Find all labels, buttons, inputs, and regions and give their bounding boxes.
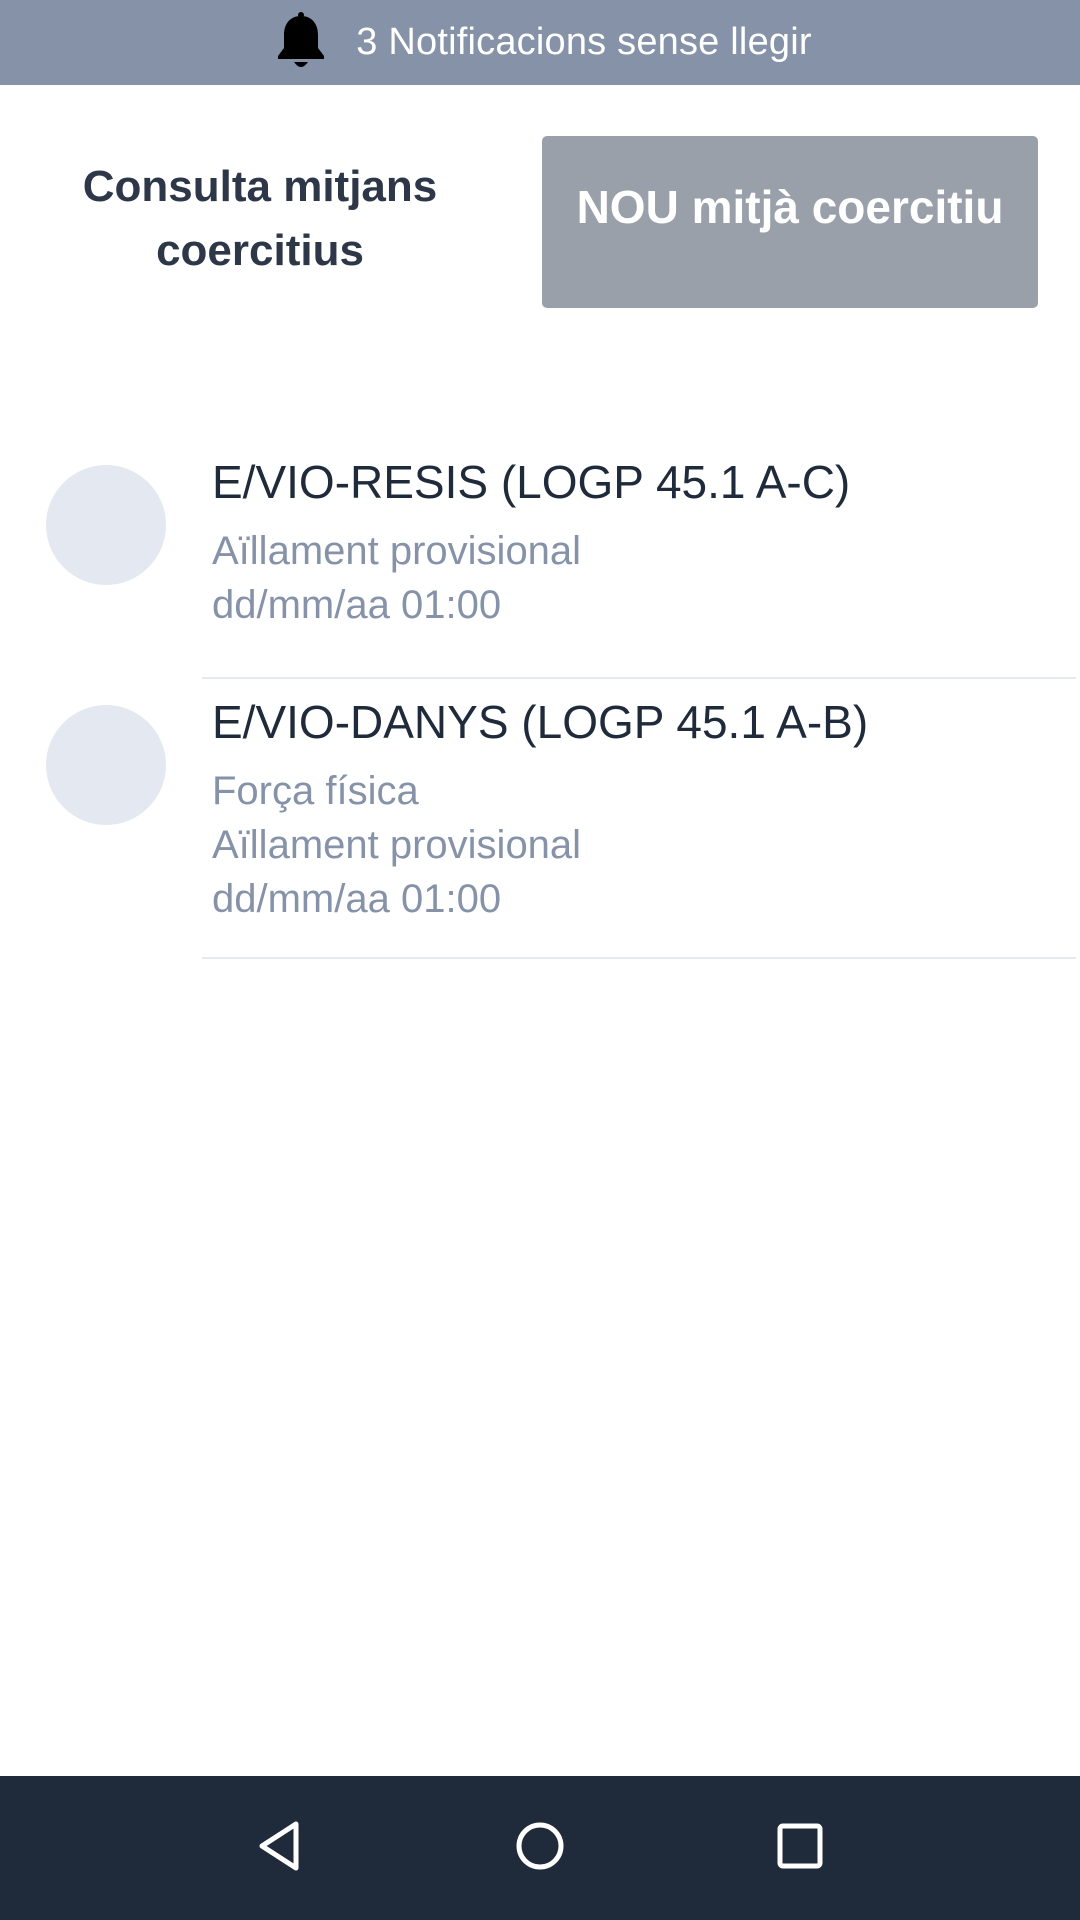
list-item-subtitle: Aïllament provisional [212,823,582,867]
list-item-body: E/VIO-DANYS (LOGP 45.1 A-B) Força física… [212,680,1080,926]
page-header: Consulta mitjans coercitius NOU mitjà co… [0,85,1080,335]
avatar [46,465,166,585]
list-item-title: E/VIO-RESIS (LOGP 45.1 A-C) [212,456,851,508]
home-circle-icon [512,1818,568,1879]
system-nav-bar [0,1776,1080,1920]
record-list: E/VIO-RESIS (LOGP 45.1 A-C) Aïllament pr… [0,440,1080,960]
list-item-datetime: dd/mm/aa 01:00 [212,583,502,627]
avatar [46,705,166,825]
page-title: Consulta mitjans coercitius [82,162,438,275]
bell-icon [268,10,334,76]
screen: 3 Notificacions sense llegir Consulta mi… [0,0,1080,1920]
divider [202,957,1076,959]
home-button[interactable] [500,1808,580,1888]
list-item-datetime: dd/mm/aa 01:00 [212,877,502,921]
list-item-subtitle: Força física [212,769,419,813]
list-item-subtitle: Aïllament provisional [212,529,582,573]
recents-square-icon [772,1818,828,1879]
list-item[interactable]: E/VIO-DANYS (LOGP 45.1 A-B) Força física… [0,680,1080,960]
recents-button[interactable] [760,1808,840,1888]
list-item[interactable]: E/VIO-RESIS (LOGP 45.1 A-C) Aïllament pr… [0,440,1080,680]
new-coercive-measure-button[interactable]: NOU mitjà coercitiu [542,136,1038,308]
back-triangle-icon [252,1818,308,1879]
list-item-body: E/VIO-RESIS (LOGP 45.1 A-C) Aïllament pr… [212,440,1080,632]
divider [202,677,1076,679]
list-item-title: E/VIO-DANYS (LOGP 45.1 A-B) [212,696,869,748]
notification-text: 3 Notificacions sense llegir [356,21,812,63]
notification-banner[interactable]: 3 Notificacions sense llegir [0,0,1080,85]
back-button[interactable] [240,1808,320,1888]
